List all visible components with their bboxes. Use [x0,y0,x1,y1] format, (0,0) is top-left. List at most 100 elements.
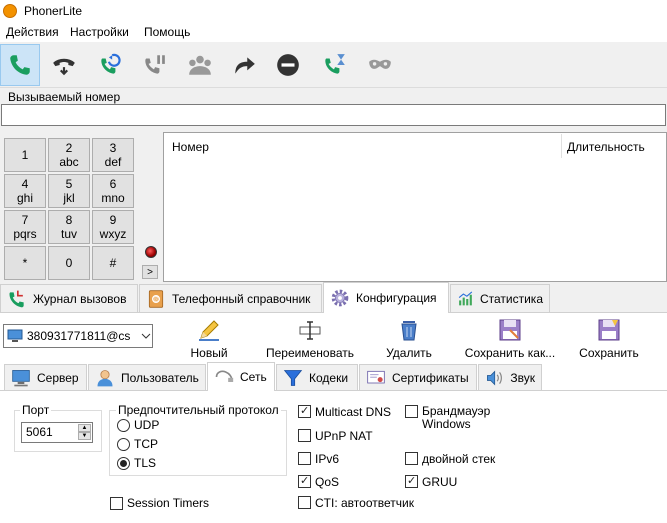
column-separator [561,134,562,158]
keypad-key[interactable]: 9 wxyz [92,210,134,244]
option-checkbox[interactable]: GRUU [405,475,457,489]
tab-user[interactable]: Пользователь [88,364,206,390]
tab-call-log-label: Журнал вызовов [33,291,127,306]
option-checkbox[interactable]: IPv6 [298,452,339,466]
key-digit: 2 [65,141,73,155]
rename-button[interactable]: Переименовать [263,318,357,360]
call-waiting-button[interactable] [314,44,354,86]
key-digit: 9 [109,213,117,227]
spin-down-button[interactable]: ▼ [78,432,91,440]
option-checkbox[interactable]: UPnP NAT [298,429,373,443]
menu-actions[interactable]: Действия [6,25,59,39]
call-log-icon [9,290,24,307]
keypad-key[interactable]: 4 ghi [4,174,46,208]
session-timers-box [110,496,123,510]
menu-settings[interactable]: Настройки [70,25,129,39]
column-header-duration[interactable]: Длительность [567,140,645,154]
keypad-key[interactable]: 6 mno [92,174,134,208]
tab-phonebook[interactable]: @ Телефонный справочник [139,284,322,312]
transfer-button[interactable] [224,44,264,86]
key-digit: 1 [21,148,29,162]
tab-certificates-label: Сертификаты [392,370,469,385]
conference-button[interactable] [180,44,220,86]
new-button[interactable]: Новый [190,318,228,360]
keypad-key[interactable]: 7 pqrs [4,210,46,244]
hold-button[interactable] [134,44,174,86]
title-bar: PhonerLite [0,0,667,22]
checkbox-box [405,452,418,465]
keypad-key[interactable]: 2 abc [48,138,90,172]
expand-button[interactable]: > [142,265,158,279]
option-checkbox[interactable]: QoS [298,475,339,489]
tab-codecs[interactable]: Кодеки [276,364,358,390]
checkbox-label: UPnP NAT [315,429,373,443]
key-digit: 4 [21,177,29,191]
hangup-icon [53,58,75,76]
radio-circle [117,418,130,432]
hangup-button[interactable] [44,44,84,86]
protocol-radio-udp[interactable]: UDP [117,418,159,432]
column-header-number[interactable]: Номер [172,140,209,154]
spin-up-button[interactable]: ▲ [78,424,91,432]
network-cable-icon [215,370,234,382]
keypad-key[interactable]: * [4,246,46,280]
radio-label: TCP [134,437,158,451]
keypad-key[interactable]: 5 jkl [48,174,90,208]
save-icon [598,319,620,341]
call-list[interactable] [163,132,667,282]
status-led-icon [145,246,157,258]
tab-network[interactable]: Сеть [207,362,275,391]
tab-configuration[interactable]: Конфигурация [323,282,449,313]
checkbox-label: QoS [315,475,340,489]
checkbox-box [298,496,311,509]
checkbox-box [298,405,311,418]
radio-circle [117,437,130,451]
option-checkbox[interactable]: Multicast DNS [298,405,391,419]
save-as-button[interactable]: Сохранить как... [462,318,558,360]
tab-statistics[interactable]: Статистика [450,284,550,312]
call-button[interactable] [0,44,40,86]
keypad-key[interactable]: 1 [4,138,46,172]
keypad-key[interactable]: 0 [48,246,90,280]
tab-phonebook-label: Телефонный справочник [172,291,311,306]
computer-icon [7,329,23,342]
option-checkbox[interactable]: CTI: автоответчик [298,496,414,510]
checkbox-label: Брандмауэр Windows [422,404,491,431]
account-select[interactable]: 380931771811@cs [3,324,153,348]
server-icon [12,369,30,386]
keypad-key[interactable]: 8 tuv [48,210,90,244]
session-timers-checkbox[interactable]: Session Timers [110,496,209,510]
checkbox-box [298,429,311,442]
save-as-icon [499,319,521,341]
save-button[interactable]: Сохранить [578,318,640,360]
save-button-label: Сохранить [579,346,639,360]
option-checkbox[interactable]: Брандмауэр Windows [405,405,515,431]
port-spinner[interactable]: 5061 ▲ ▼ [21,422,93,443]
mask-icon [369,59,391,69]
option-checkbox[interactable]: двойной стек [405,452,495,466]
protocol-label: Предпочтительный протокол [116,403,281,417]
called-number-label: Вызываемый номер [8,90,121,104]
tab-sound[interactable]: Звук [478,364,542,390]
protocol-radio-tcp[interactable]: TCP [117,437,158,451]
tab-server[interactable]: Сервер [4,364,87,390]
tab-network-label: Сеть [240,370,267,384]
menu-help[interactable]: Помощь [144,25,190,39]
conference-icon [189,55,211,75]
radio-label: UDP [134,418,160,432]
certificate-icon [367,370,385,383]
mask-button[interactable] [360,44,400,86]
tab-call-log[interactable]: Журнал вызовов [0,284,138,312]
redial-button[interactable] [90,44,130,86]
called-number-input[interactable] [1,104,666,126]
tab-certificates[interactable]: Сертификаты [359,364,477,390]
protocol-radio-tls[interactable]: TLS [117,456,156,470]
reject-button[interactable] [268,44,308,86]
checkbox-box [298,452,311,465]
delete-button[interactable]: Удалить [385,318,433,360]
keypad-key[interactable]: 3 def [92,138,134,172]
svg-text:@: @ [153,296,158,302]
keypad-key[interactable]: # [92,246,134,280]
key-digit: 7 [21,213,29,227]
checkbox-label: CTI: автоответчик [315,496,414,510]
